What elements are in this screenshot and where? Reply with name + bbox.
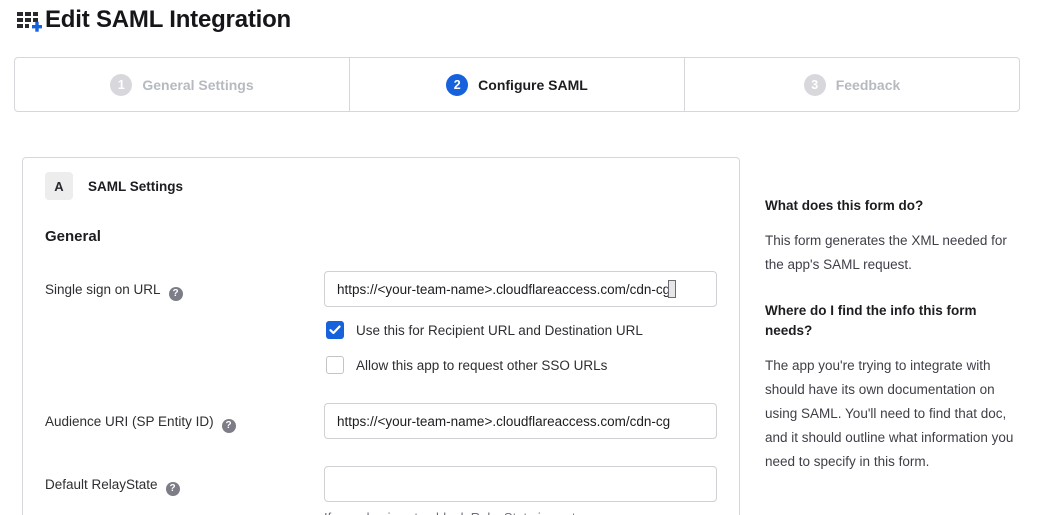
- page-header: Edit SAML Integration: [16, 6, 291, 34]
- help-body-what: This form generates the XML needed for t…: [765, 229, 1017, 277]
- step-general-settings[interactable]: 1 General Settings: [15, 58, 349, 111]
- recipient-url-checkbox[interactable]: [326, 321, 344, 339]
- relay-state-row: Default RelayState? If no value is set, …: [45, 466, 717, 515]
- sso-url-input[interactable]: https://<your-team-name>.cloudflareacces…: [324, 271, 717, 307]
- app-grid-plus-icon: [16, 7, 42, 33]
- relay-state-label-col: Default RelayState?: [45, 466, 324, 515]
- wizard-stepper: 1 General Settings 2 Configure SAML 3 Fe…: [14, 57, 1020, 112]
- audience-uri-control-col: [324, 403, 717, 439]
- help-heading-where: Where do I find the info this form needs…: [765, 301, 1017, 341]
- help-sidebar: What does this form do? This form genera…: [765, 196, 1017, 498]
- sso-url-value: https://<your-team-name>.cloudflareacces…: [337, 282, 670, 297]
- step-number-badge: 1: [110, 74, 132, 96]
- edit-saml-integration-page: Edit SAML Integration 1 General Settings…: [0, 0, 1063, 515]
- recipient-url-checkbox-label: Use this for Recipient URL and Destinati…: [356, 323, 643, 338]
- relay-state-label: Default RelayState: [45, 477, 158, 492]
- audience-uri-row: Audience URI (SP Entity ID)?: [45, 403, 717, 439]
- section-a-badge: A: [45, 172, 73, 200]
- other-sso-checkbox-row: Allow this app to request other SSO URLs: [326, 356, 717, 374]
- relay-state-help-icon[interactable]: ?: [166, 482, 180, 496]
- sso-url-row: Single sign on URL? https://<your-team-n…: [45, 271, 717, 374]
- step-configure-saml[interactable]: 2 Configure SAML: [349, 58, 684, 111]
- audience-uri-help-icon[interactable]: ?: [222, 419, 236, 433]
- text-cursor: [668, 280, 676, 298]
- step-feedback[interactable]: 3 Feedback: [684, 58, 1019, 111]
- sso-url-help-icon[interactable]: ?: [169, 287, 183, 301]
- page-title: Edit SAML Integration: [45, 6, 291, 34]
- other-sso-checkbox-label: Allow this app to request other SSO URLs: [356, 358, 607, 373]
- relay-state-control-col: If no value is set, a blank RelayState i…: [324, 466, 717, 515]
- audience-uri-label-col: Audience URI (SP Entity ID)?: [45, 403, 324, 439]
- saml-settings-panel: A SAML Settings General Single sign on U…: [22, 157, 740, 515]
- sso-url-label: Single sign on URL: [45, 282, 161, 297]
- step-label: Feedback: [836, 77, 901, 93]
- recipient-url-checkbox-row: Use this for Recipient URL and Destinati…: [326, 321, 717, 339]
- step-number-badge: 3: [804, 74, 826, 96]
- section-title: SAML Settings: [88, 179, 183, 194]
- help-heading-what: What does this form do?: [765, 196, 1017, 216]
- help-body-where: The app you're trying to integrate with …: [765, 354, 1017, 474]
- relay-state-helper-text: If no value is set, a blank RelayState i…: [324, 510, 717, 515]
- sso-url-control-col: https://<your-team-name>.cloudflareacces…: [324, 271, 717, 374]
- step-number-badge: 2: [446, 74, 468, 96]
- step-label: Configure SAML: [478, 77, 588, 93]
- relay-state-input[interactable]: [324, 466, 717, 502]
- sso-url-label-col: Single sign on URL?: [45, 271, 324, 374]
- other-sso-checkbox[interactable]: [326, 356, 344, 374]
- audience-uri-label: Audience URI (SP Entity ID): [45, 414, 214, 429]
- audience-uri-input[interactable]: [324, 403, 717, 439]
- step-label: General Settings: [142, 77, 253, 93]
- section-header: A SAML Settings: [45, 172, 717, 200]
- general-group-heading: General: [45, 228, 717, 245]
